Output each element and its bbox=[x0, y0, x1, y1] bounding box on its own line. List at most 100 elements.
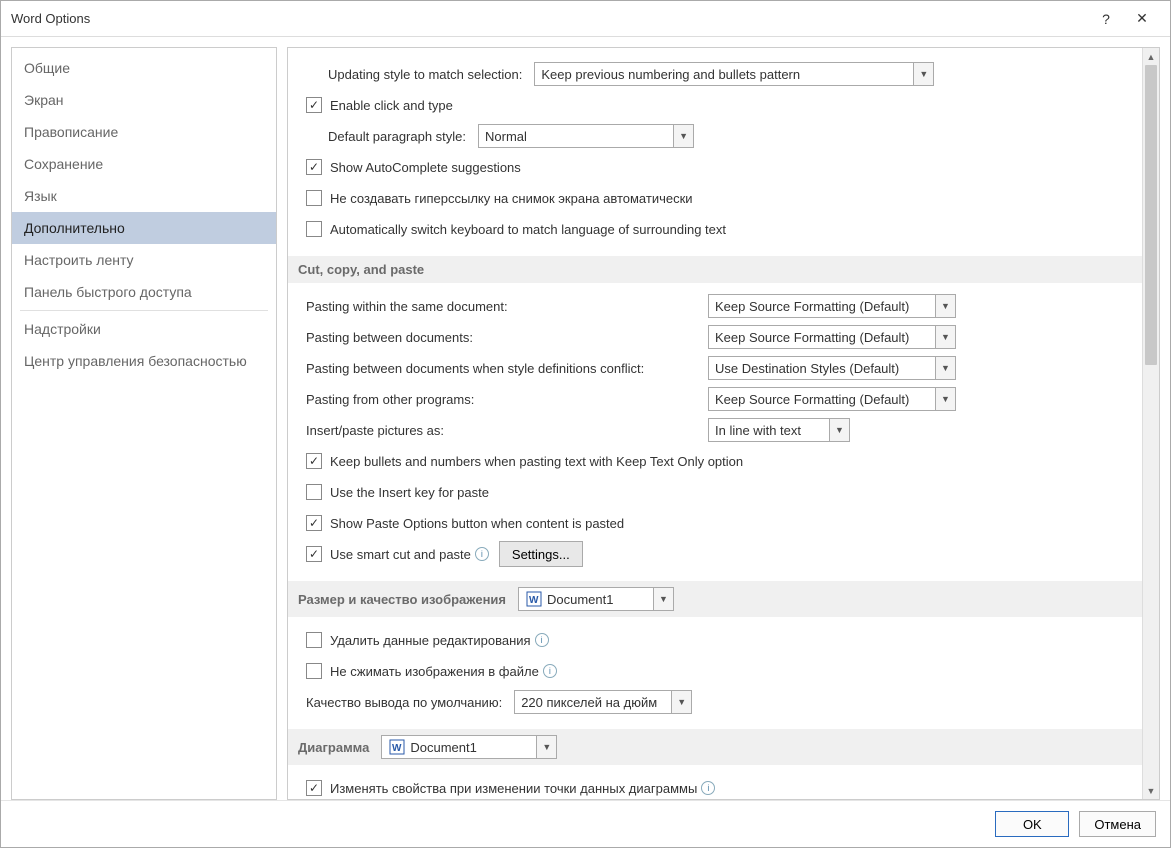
use-insert-key-label: Use the Insert key for paste bbox=[330, 485, 489, 500]
sidebar-item-advanced[interactable]: Дополнительно bbox=[12, 212, 276, 244]
image-quality-document-value: Document1 bbox=[547, 592, 613, 607]
show-autocomplete-checkbox[interactable] bbox=[306, 159, 322, 175]
chevron-down-icon: ▼ bbox=[935, 388, 955, 410]
section-image-header-label: Размер и качество изображения bbox=[298, 592, 506, 607]
content-scroll-area: Updating style to match selection: Keep … bbox=[288, 48, 1142, 799]
section-chart: Диаграмма W Document1 ▼ bbox=[288, 729, 1142, 765]
sidebar-item-general[interactable]: Общие bbox=[12, 52, 276, 84]
output-quality-select[interactable]: 220 пикселей на дюйм ▼ bbox=[514, 690, 692, 714]
section-image-quality: Размер и качество изображения W Document… bbox=[288, 581, 1142, 617]
enable-click-type-label: Enable click and type bbox=[330, 98, 453, 113]
chevron-down-icon: ▼ bbox=[829, 419, 849, 441]
chevron-down-icon: ▼ bbox=[935, 357, 955, 379]
sidebar-item-addins[interactable]: Надстройки bbox=[12, 313, 276, 345]
pasting-conflict-value: Use Destination Styles (Default) bbox=[715, 361, 899, 376]
info-icon[interactable] bbox=[475, 547, 489, 561]
default-paragraph-label: Default paragraph style: bbox=[328, 129, 466, 144]
pasting-other-select[interactable]: Keep Source Formatting (Default) ▼ bbox=[708, 387, 956, 411]
output-quality-value: 220 пикселей на дюйм bbox=[521, 695, 657, 710]
scroll-up-arrow-icon[interactable]: ▲ bbox=[1143, 48, 1159, 65]
smart-cut-settings-button[interactable]: Settings... bbox=[499, 541, 583, 567]
scroll-thumb[interactable] bbox=[1145, 65, 1157, 365]
pasting-same-select[interactable]: Keep Source Formatting (Default) ▼ bbox=[708, 294, 956, 318]
show-autocomplete-label: Show AutoComplete suggestions bbox=[330, 160, 521, 175]
word-document-icon: W bbox=[525, 590, 543, 608]
vertical-scrollbar[interactable]: ▲ ▼ bbox=[1142, 48, 1159, 799]
section-cut-copy-paste: Cut, copy, and paste bbox=[288, 256, 1142, 283]
no-compress-checkbox[interactable] bbox=[306, 663, 322, 679]
show-paste-options-label: Show Paste Options button when content i… bbox=[330, 516, 624, 531]
image-quality-document-select[interactable]: W Document1 ▼ bbox=[518, 587, 674, 611]
show-paste-options-checkbox[interactable] bbox=[306, 515, 322, 531]
pasting-conflict-select[interactable]: Use Destination Styles (Default) ▼ bbox=[708, 356, 956, 380]
dialog-footer: OK Отмена bbox=[1, 800, 1170, 847]
insert-picture-value: In line with text bbox=[715, 423, 801, 438]
keep-bullets-checkbox[interactable] bbox=[306, 453, 322, 469]
sidebar-item-save[interactable]: Сохранение bbox=[12, 148, 276, 180]
chevron-down-icon: ▼ bbox=[935, 295, 955, 317]
ok-button[interactable]: OK bbox=[995, 811, 1069, 837]
pasting-conflict-label: Pasting between documents when style def… bbox=[306, 361, 696, 376]
delete-edit-data-label: Удалить данные редактирования bbox=[330, 633, 531, 648]
pasting-between-value: Keep Source Formatting (Default) bbox=[715, 330, 909, 345]
info-icon[interactable] bbox=[701, 781, 715, 795]
pasting-same-value: Keep Source Formatting (Default) bbox=[715, 299, 909, 314]
pasting-between-select[interactable]: Keep Source Formatting (Default) ▼ bbox=[708, 325, 956, 349]
sidebar: Общие Экран Правописание Сохранение Язык… bbox=[11, 47, 277, 800]
smart-cut-paste-checkbox[interactable] bbox=[306, 546, 322, 562]
cancel-button[interactable]: Отмена bbox=[1079, 811, 1156, 837]
chevron-down-icon: ▼ bbox=[671, 691, 691, 713]
word-options-dialog: Word Options ? ✕ Общие Экран Правописани… bbox=[0, 0, 1171, 848]
svg-text:W: W bbox=[529, 595, 539, 606]
chart-document-value: Document1 bbox=[410, 740, 476, 755]
pasting-other-label: Pasting from other programs: bbox=[306, 392, 696, 407]
insert-picture-label: Insert/paste pictures as: bbox=[306, 423, 696, 438]
keep-bullets-label: Keep bullets and numbers when pasting te… bbox=[330, 454, 743, 469]
no-compress-label: Не сжимать изображения в файле bbox=[330, 664, 539, 679]
update-style-select[interactable]: Keep previous numbering and bullets patt… bbox=[534, 62, 934, 86]
no-hyperlink-checkbox[interactable] bbox=[306, 190, 322, 206]
window-title: Word Options bbox=[11, 11, 1088, 26]
sidebar-item-proofing[interactable]: Правописание bbox=[12, 116, 276, 148]
auto-switch-keyboard-label: Automatically switch keyboard to match l… bbox=[330, 222, 726, 237]
section-cut-header-label: Cut, copy, and paste bbox=[298, 262, 424, 277]
dialog-body: Общие Экран Правописание Сохранение Язык… bbox=[1, 37, 1170, 800]
pasting-between-label: Pasting between documents: bbox=[306, 330, 696, 345]
section-chart-header-label: Диаграмма bbox=[298, 740, 369, 755]
info-icon[interactable] bbox=[535, 633, 549, 647]
insert-picture-select[interactable]: In line with text ▼ bbox=[708, 418, 850, 442]
titlebar: Word Options ? ✕ bbox=[1, 1, 1170, 37]
chevron-down-icon: ▼ bbox=[913, 63, 933, 85]
word-document-icon: W bbox=[388, 738, 406, 756]
sidebar-item-quick-access[interactable]: Панель быстрого доступа bbox=[12, 276, 276, 308]
use-insert-key-checkbox[interactable] bbox=[306, 484, 322, 500]
default-paragraph-value: Normal bbox=[485, 129, 527, 144]
pasting-other-value: Keep Source Formatting (Default) bbox=[715, 392, 909, 407]
scroll-down-arrow-icon[interactable]: ▼ bbox=[1143, 782, 1159, 799]
chevron-down-icon: ▼ bbox=[673, 125, 693, 147]
content-panel: Updating style to match selection: Keep … bbox=[287, 47, 1160, 800]
sidebar-separator bbox=[20, 310, 268, 311]
delete-edit-data-checkbox[interactable] bbox=[306, 632, 322, 648]
chart-change-props-checkbox[interactable] bbox=[306, 780, 322, 796]
update-style-label: Updating style to match selection: bbox=[328, 67, 522, 82]
chart-document-select[interactable]: W Document1 ▼ bbox=[381, 735, 557, 759]
update-style-value: Keep previous numbering and bullets patt… bbox=[541, 67, 800, 82]
svg-text:W: W bbox=[392, 743, 402, 754]
enable-click-type-checkbox[interactable] bbox=[306, 97, 322, 113]
sidebar-item-language[interactable]: Язык bbox=[12, 180, 276, 212]
no-hyperlink-label: Не создавать гиперссылку на снимок экран… bbox=[330, 191, 693, 206]
smart-cut-paste-label: Use smart cut and paste bbox=[330, 547, 471, 562]
sidebar-item-trust-center[interactable]: Центр управления безопасностью bbox=[12, 345, 276, 377]
info-icon[interactable] bbox=[543, 664, 557, 678]
close-button[interactable]: ✕ bbox=[1124, 4, 1160, 34]
chevron-down-icon: ▼ bbox=[653, 588, 673, 610]
chevron-down-icon: ▼ bbox=[536, 736, 556, 758]
output-quality-label: Качество вывода по умолчанию: bbox=[306, 695, 502, 710]
auto-switch-keyboard-checkbox[interactable] bbox=[306, 221, 322, 237]
help-button[interactable]: ? bbox=[1088, 4, 1124, 34]
sidebar-item-display[interactable]: Экран bbox=[12, 84, 276, 116]
chart-change-props-label: Изменять свойства при изменении точки да… bbox=[330, 781, 697, 796]
default-paragraph-select[interactable]: Normal ▼ bbox=[478, 124, 694, 148]
sidebar-item-customize-ribbon[interactable]: Настроить ленту bbox=[12, 244, 276, 276]
